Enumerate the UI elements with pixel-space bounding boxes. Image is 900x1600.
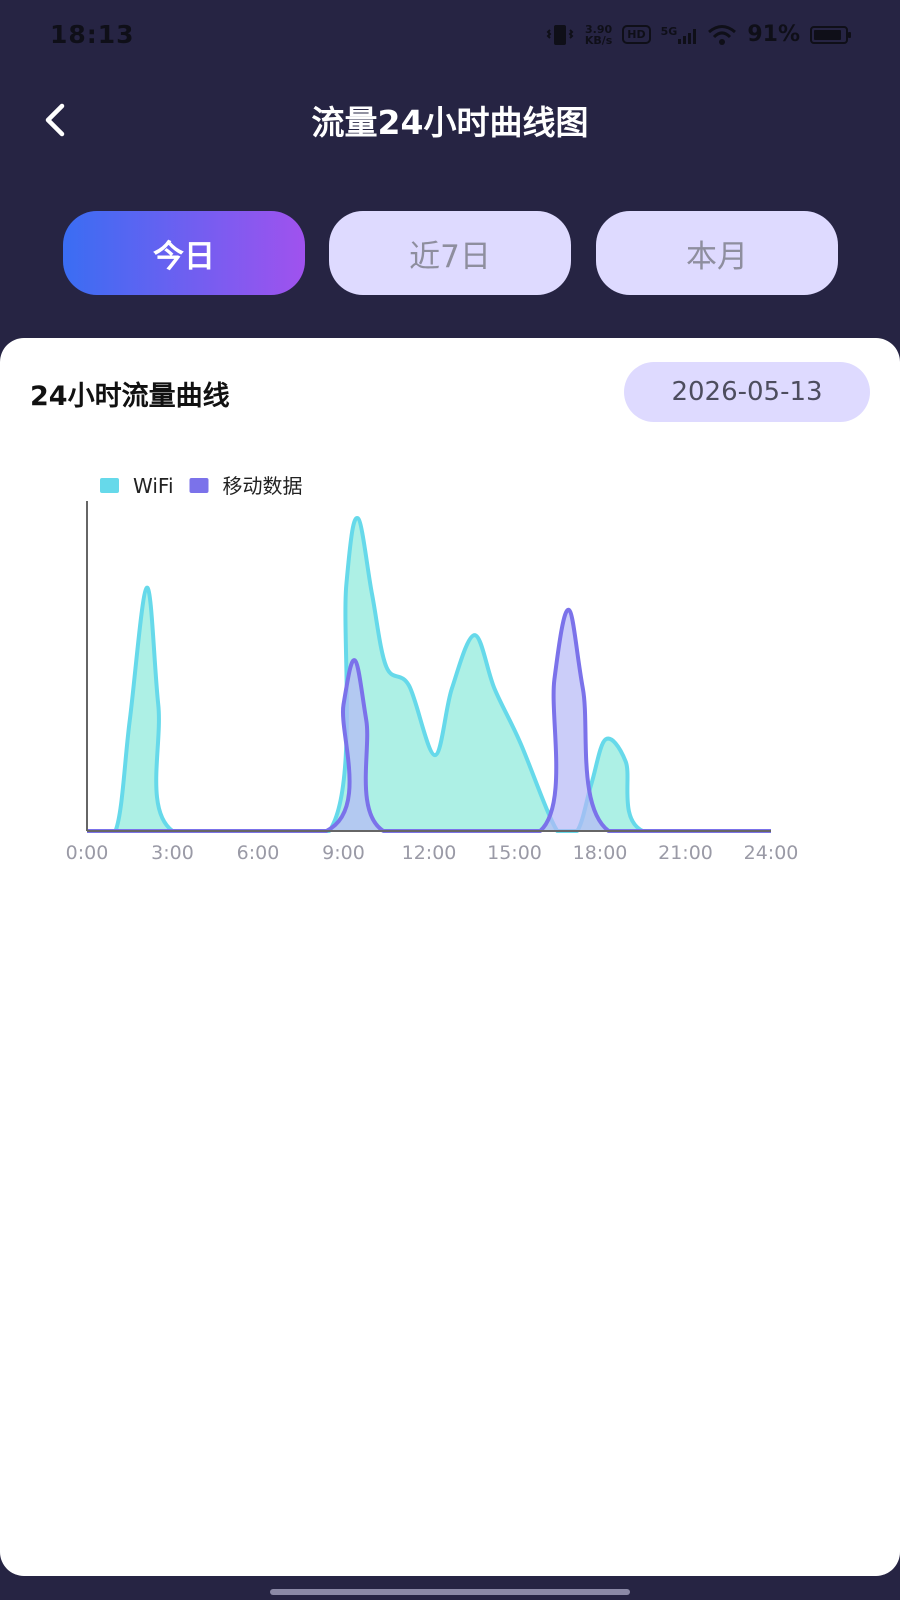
header: 流量24小时曲线图 — [0, 80, 900, 160]
tab-last-7-days[interactable]: 近7日 — [329, 211, 571, 295]
hd-icon: HD — [622, 25, 651, 44]
x-tick-label: 18:00 — [573, 842, 628, 864]
x-tick-label: 6:00 — [237, 842, 280, 864]
network-speed-value: 3.90 — [584, 22, 613, 36]
series-area-wifi — [87, 518, 771, 831]
period-tabs: 今日 近7日 本月 — [63, 211, 838, 295]
traffic-chart: WiFi 移动数据 0:00 3:00 6:00 9:00 12:00 15:00 18:00 2… — [66, 474, 799, 864]
status-bar: 18:13 3.90 KB/s HD 5G 91% — [0, 0, 900, 76]
network-speed-unit: KB/s — [584, 33, 613, 47]
tab-this-month[interactable]: 本月 — [596, 211, 838, 295]
tab-today[interactable]: 今日 — [63, 211, 305, 295]
battery-fill — [814, 29, 842, 40]
page-title: 流量24小时曲线图 — [311, 103, 589, 142]
signal-5g-icon: 5G — [661, 25, 698, 45]
legend-label-wifi: WiFi — [133, 474, 174, 498]
home-indicator[interactable] — [270, 1589, 630, 1595]
vibrate-icon — [545, 23, 575, 47]
date-selector[interactable]: 2026-05-13 — [624, 362, 870, 422]
card-title: 24小时流量曲线 — [30, 381, 230, 412]
battery-percent: 91% — [747, 22, 800, 47]
x-tick-label: 12:00 — [402, 842, 457, 864]
network-type-label: 5G — [660, 24, 678, 38]
x-tick-label: 0:00 — [66, 842, 109, 864]
wifi-icon — [707, 23, 737, 47]
status-time: 18:13 — [50, 20, 135, 49]
network-speed: 3.90 KB/s — [585, 24, 612, 46]
x-tick-label: 21:00 — [658, 842, 713, 864]
x-tick-label: 9:00 — [322, 842, 365, 864]
x-tick-label: 3:00 — [151, 842, 194, 864]
battery-icon — [810, 25, 851, 44]
x-tick-label: 24:00 — [744, 842, 799, 864]
legend-label-mobile: 移动数据 — [223, 474, 303, 498]
status-icons: 3.90 KB/s HD 5G 91% — [545, 22, 851, 47]
x-tick-label: 15:00 — [487, 842, 542, 864]
legend-swatch-mobile — [189, 478, 209, 493]
chart-card: 24小时流量曲线 2026-05-13 WiFi 移动数据 0:00 3:00 6:00… — [0, 338, 900, 1576]
legend-swatch-wifi — [100, 478, 119, 493]
